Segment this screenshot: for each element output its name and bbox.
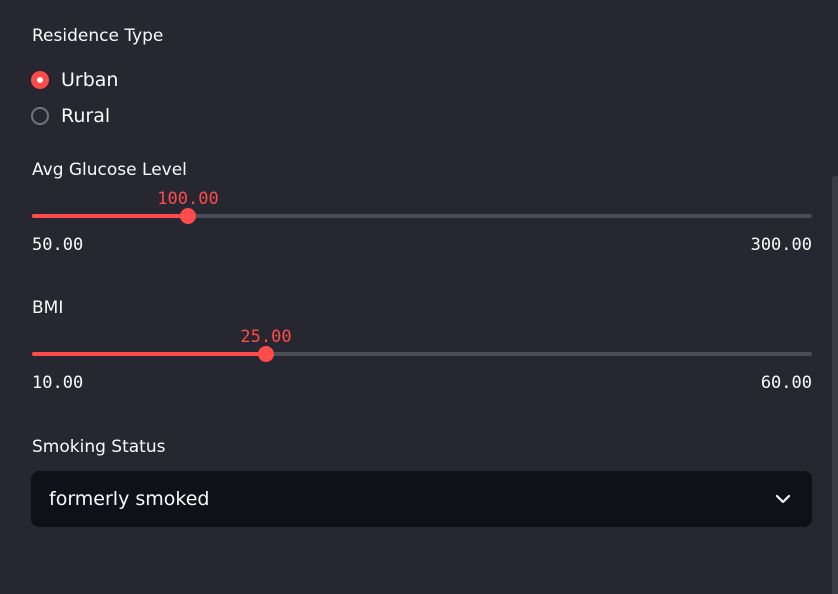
bmi-slider-track[interactable] [32, 346, 812, 362]
glucose-slider-max: 300.00 [750, 235, 812, 255]
bmi-slider-fill [32, 352, 266, 356]
radio-option-rural[interactable]: Rural [31, 104, 110, 128]
glucose-slider[interactable]: 100.00 50.00 300.00 [32, 189, 812, 269]
chevron-down-icon[interactable] [774, 490, 792, 508]
bmi-slider-thumb[interactable] [258, 346, 274, 362]
glucose-slider-fill [32, 214, 188, 218]
glucose-slider-value: 100.00 [157, 189, 219, 209]
bmi-slider-value: 25.00 [240, 327, 292, 347]
bmi-label: BMI [32, 298, 64, 318]
smoking-status-selected-value: formerly smoked [49, 488, 210, 510]
radio-option-urban[interactable]: Urban [31, 68, 118, 92]
bmi-slider[interactable]: 25.00 10.00 60.00 [32, 327, 812, 407]
bmi-slider-max: 60.00 [760, 373, 812, 393]
glucose-slider-min: 50.00 [32, 235, 84, 255]
settings-panel: Residence Type Urban Rural Avg Glucose L… [0, 0, 838, 594]
radio-option-label: Rural [61, 105, 111, 127]
glucose-slider-track[interactable] [32, 208, 812, 224]
radio-urban-selected-icon[interactable] [31, 71, 49, 89]
avg-glucose-label: Avg Glucose Level [32, 160, 187, 180]
residence-type-label: Residence Type [32, 26, 164, 46]
smoking-status-label: Smoking Status [32, 437, 166, 457]
glucose-slider-thumb[interactable] [180, 208, 196, 224]
smoking-status-select[interactable]: formerly smoked [31, 471, 812, 527]
bmi-slider-min: 10.00 [32, 373, 84, 393]
scrollbar[interactable] [832, 176, 838, 594]
radio-rural-unselected-icon[interactable] [31, 107, 49, 125]
radio-option-label: Urban [61, 69, 119, 91]
